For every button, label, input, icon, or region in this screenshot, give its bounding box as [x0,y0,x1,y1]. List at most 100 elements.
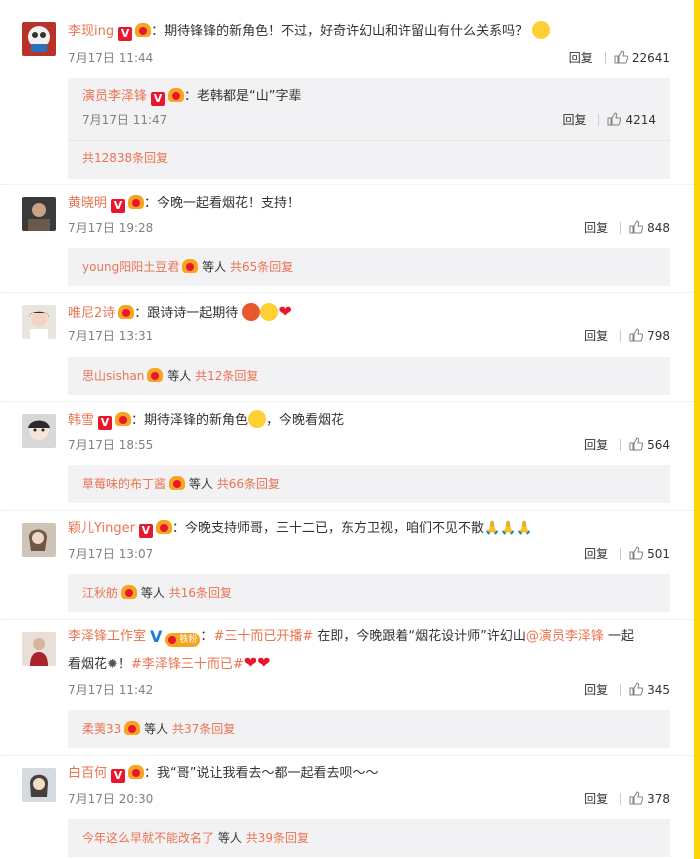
view-all-replies-link[interactable]: 共12838条回复 [82,151,168,165]
avatar[interactable] [22,523,56,557]
reply-preview-panel[interactable]: 江秋舫 等人 共16条回复 [68,574,670,612]
comment-time: 7月17日 20:30 [68,792,154,806]
like-button[interactable]: 4214 [607,112,656,127]
reply-preview-panel[interactable]: young阳阳土豆君 等人 共65条回复 [68,248,670,286]
reply-preview-suffix: 等人 [144,722,169,736]
verified-badge-icon: V [111,199,126,213]
comment-time: 7月17日 13:07 [68,547,154,561]
like-count: 22641 [631,51,670,65]
like-count: 798 [647,329,670,343]
comment-text: ：我“哥”说让我看去～都一起看去呗～～ [144,766,379,781]
heart-icon: ❤ [278,302,292,321]
commenter-name[interactable]: 韩雪 [68,413,94,428]
reply-button[interactable]: 回复 [584,547,608,561]
verified-badge-icon: V [118,27,133,41]
like-button[interactable]: 501 [629,546,670,561]
fan-badge-icon [118,305,135,319]
reply-preview-suffix: 等人 [167,369,192,383]
view-all-replies-link[interactable]: 共12条回复 [195,369,258,383]
comment-text: ：跟诗诗一起期待 [134,306,239,321]
view-all-replies-link[interactable]: 共66条回复 [217,477,280,491]
commenter-name[interactable]: 颖儿Yinger [68,521,135,536]
scrollbar-track[interactable] [694,0,700,859]
view-all-replies-link[interactable]: 共16条回复 [169,586,232,600]
avatar[interactable] [22,305,56,339]
thumbs-up-icon [629,437,644,451]
fan-badge-icon [169,476,186,490]
verified-badge-icon: V [98,416,113,430]
mention-link[interactable]: @演员李泽锋 [526,629,604,644]
like-button[interactable]: 22641 [614,50,670,65]
comment-text: ！ [117,657,131,672]
reply-preview-panel[interactable]: 今年这么早就不能改名了 等人 共39条回复 [68,819,670,857]
comment-time: 7月17日 11:42 [68,683,154,697]
reply-panel: 演员李泽锋 V ：老韩都是“山”字辈 7月17日 11:47 回复 4214 共128… [68,78,670,179]
fireworks-emoji-icon [242,303,261,321]
reply-preview-author[interactable]: young阳阳土豆君 [82,260,179,274]
fan-level-badge: 铁粉 [165,633,201,647]
commenter-name[interactable]: 唯尼2诗 [68,306,115,321]
reply-button[interactable]: 回复 [584,792,608,806]
thumbs-up-icon [629,682,644,696]
reply-author[interactable]: 演员李泽锋 [82,89,147,104]
reply-text: ：老韩都是“山”字辈 [184,89,302,104]
reply-button[interactable]: 回复 [584,329,608,343]
like-button[interactable]: 848 [629,220,670,235]
comment-text: ：期待泽锋的新角色 [131,413,249,428]
like-button[interactable]: 564 [629,437,670,452]
reply-button[interactable]: 回复 [562,113,586,127]
like-count: 848 [647,221,670,235]
like-button[interactable]: 378 [629,791,670,806]
fan-badge-icon [168,88,185,102]
reply-preview-suffix: 等人 [202,260,227,274]
fan-badge-icon [135,23,152,37]
avatar[interactable] [22,22,56,56]
avatar[interactable] [22,632,56,666]
fan-badge-icon [124,721,141,735]
commenter-name[interactable]: 李现ing [68,24,114,39]
like-count: 378 [647,792,670,806]
avatar[interactable] [22,414,56,448]
reply-preview-author[interactable]: 草莓味的布丁酱 [82,477,166,491]
like-button[interactable]: 345 [629,682,670,697]
avatar[interactable] [22,768,56,802]
fan-badge-icon [182,259,199,273]
topic-link[interactable]: #李泽锋三十而已# [131,657,244,672]
reply-preview-panel[interactable]: 草莓味的布丁酱 等人 共66条回复 [68,465,670,503]
thumbs-up-icon [629,220,644,234]
like-count: 4214 [625,113,656,127]
fan-badge-icon [155,520,172,534]
view-all-replies-link[interactable]: 共39条回复 [246,831,309,845]
comment-text: 看烟花 [68,657,108,672]
avatar[interactable] [22,197,56,231]
view-all-replies-link[interactable]: 共65条回复 [230,260,293,274]
commenter-name[interactable]: 黄晓明 [68,196,107,211]
comment-text-end: ，今晚看烟花 [266,413,345,428]
reply-preview-author[interactable]: 江秋舫 [82,586,118,600]
like-count: 501 [647,547,670,561]
reply-preview-author[interactable]: 今年这么早就不能改名了 [82,831,214,845]
reply-button[interactable]: 回复 [569,51,593,65]
comment-text: ：今晚一起看烟花！支持！ [144,196,301,211]
thumbs-up-icon [629,546,644,560]
commenter-name[interactable]: 白百何 [68,766,107,781]
reply-preview-panel[interactable]: 柔荑33 等人 共37条回复 [68,710,670,748]
reply-button[interactable]: 回复 [584,683,608,697]
comment-time: 7月17日 19:28 [68,221,154,235]
reply-preview-suffix: 等人 [217,831,242,845]
blue-verified-badge-icon: V [150,627,163,646]
topic-link[interactable]: #三十而已开播# [213,629,313,644]
view-all-replies-link[interactable]: 共37条回复 [172,722,235,736]
comment-text: ： [200,629,214,644]
fan-badge-icon [128,765,145,779]
reply-preview-author[interactable]: 思山sishan [82,369,144,383]
reply-preview-panel[interactable]: 思山sishan 等人 共12条回复 [68,357,670,395]
fan-badge-icon [121,585,138,599]
thumbs-up-icon [607,112,622,126]
reply-button[interactable]: 回复 [584,438,608,452]
reply-time: 7月17日 11:47 [82,113,168,127]
reply-preview-author[interactable]: 柔荑33 [82,722,121,736]
like-button[interactable]: 798 [629,328,670,343]
reply-button[interactable]: 回复 [584,221,608,235]
commenter-name[interactable]: 李泽锋工作室 [68,629,146,644]
